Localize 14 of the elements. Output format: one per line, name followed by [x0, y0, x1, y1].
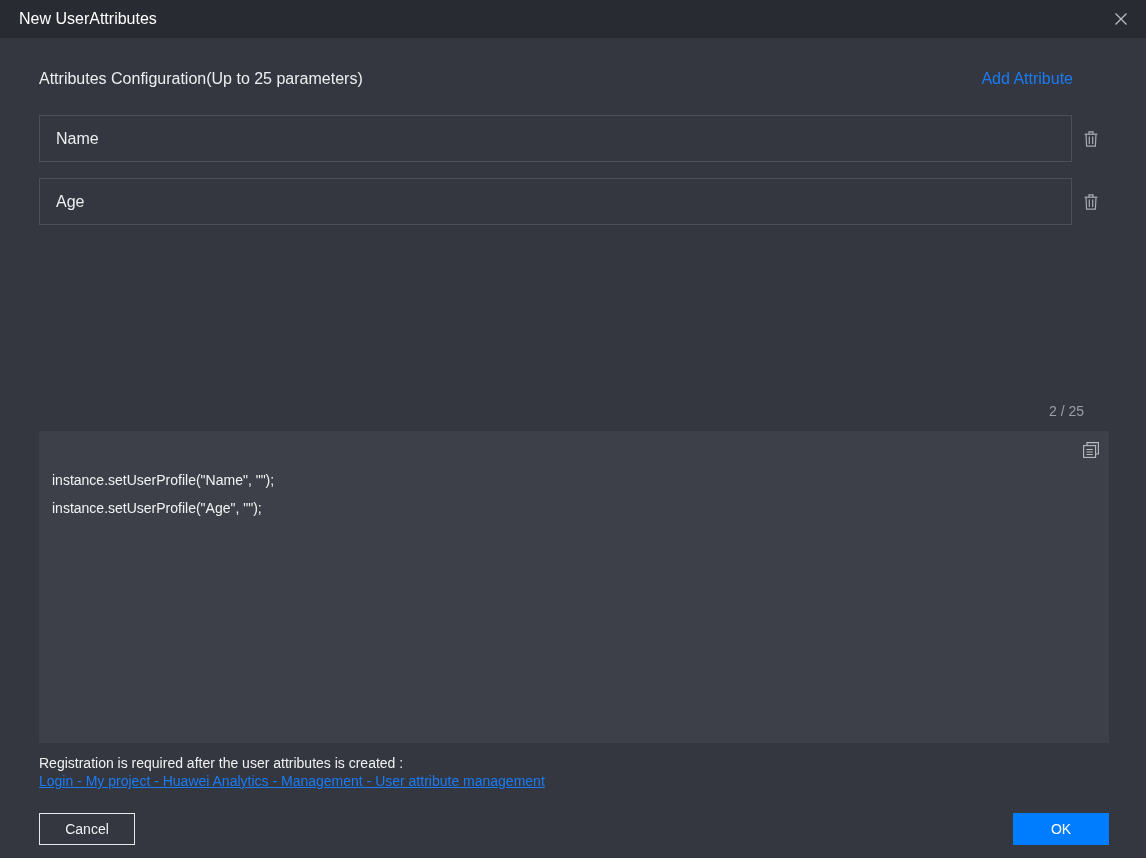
close-icon[interactable] — [1115, 13, 1127, 25]
attribute-input[interactable]: Age — [39, 178, 1072, 225]
cancel-button[interactable]: Cancel — [39, 813, 135, 845]
attribute-counter: 2 / 25 — [1048, 403, 1084, 419]
registration-note: Registration is required after the user attributes is created : — [39, 754, 405, 772]
code-line: instance.setUserProfile("Name", ""); — [52, 471, 276, 490]
ok-button[interactable]: OK — [1013, 813, 1109, 845]
attribute-input[interactable]: Name — [39, 115, 1072, 162]
window-title: New UserAttributes — [19, 10, 157, 28]
trash-icon[interactable] — [1084, 130, 1098, 147]
code-line: instance.setUserProfile("Age", ""); — [52, 499, 263, 518]
section-heading: Attributes Configuration(Up to 25 parameters) — [39, 70, 363, 88]
copy-icon[interactable] — [1083, 442, 1099, 458]
trash-icon[interactable] — [1084, 193, 1098, 210]
